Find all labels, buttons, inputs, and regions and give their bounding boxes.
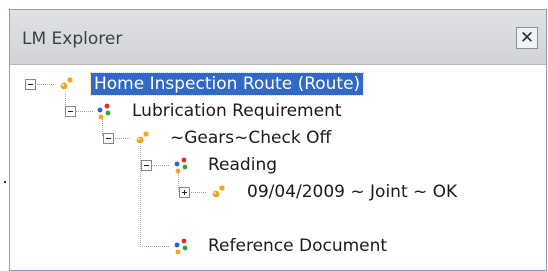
tree-node-reading-entry[interactable]: 09/04/2009 ~ Joint ~ OK (244, 181, 460, 203)
panel-title-bar: LM Explorer ✕ (10, 10, 546, 65)
stray-mark (4, 181, 6, 183)
collapse-toggle-route[interactable] (25, 79, 36, 90)
collapse-toggle-gears[interactable] (103, 133, 114, 144)
tree-node-route[interactable]: Home Inspection Route (Route) (89, 72, 365, 96)
tree-node-gears-check-off[interactable]: ~Gears~Check Off (167, 127, 334, 149)
expand-toggle-reading-entry[interactable] (179, 187, 190, 198)
family-icon (172, 156, 190, 174)
tree-node-reading[interactable]: Reading (205, 154, 280, 176)
collapse-toggle-reading[interactable] (141, 160, 152, 171)
tree-node-reference-document[interactable]: Reference Document (205, 235, 390, 257)
panel-title: LM Explorer (22, 29, 123, 49)
family-icon (172, 237, 190, 255)
route-icon (210, 183, 228, 201)
collapse-toggle-lubrication[interactable] (65, 106, 76, 117)
lm-explorer-panel: LM Explorer ✕ Home Inspection Route (Rou… (9, 9, 547, 271)
tree-node-lubrication-requirement[interactable]: Lubrication Requirement (129, 100, 345, 122)
family-icon (95, 102, 113, 120)
close-button[interactable]: ✕ (516, 27, 538, 49)
route-icon (134, 129, 152, 147)
route-icon (58, 75, 76, 93)
close-icon: ✕ (519, 27, 535, 48)
explorer-tree: Home Inspection Route (Route) Lubricatio… (10, 65, 546, 270)
